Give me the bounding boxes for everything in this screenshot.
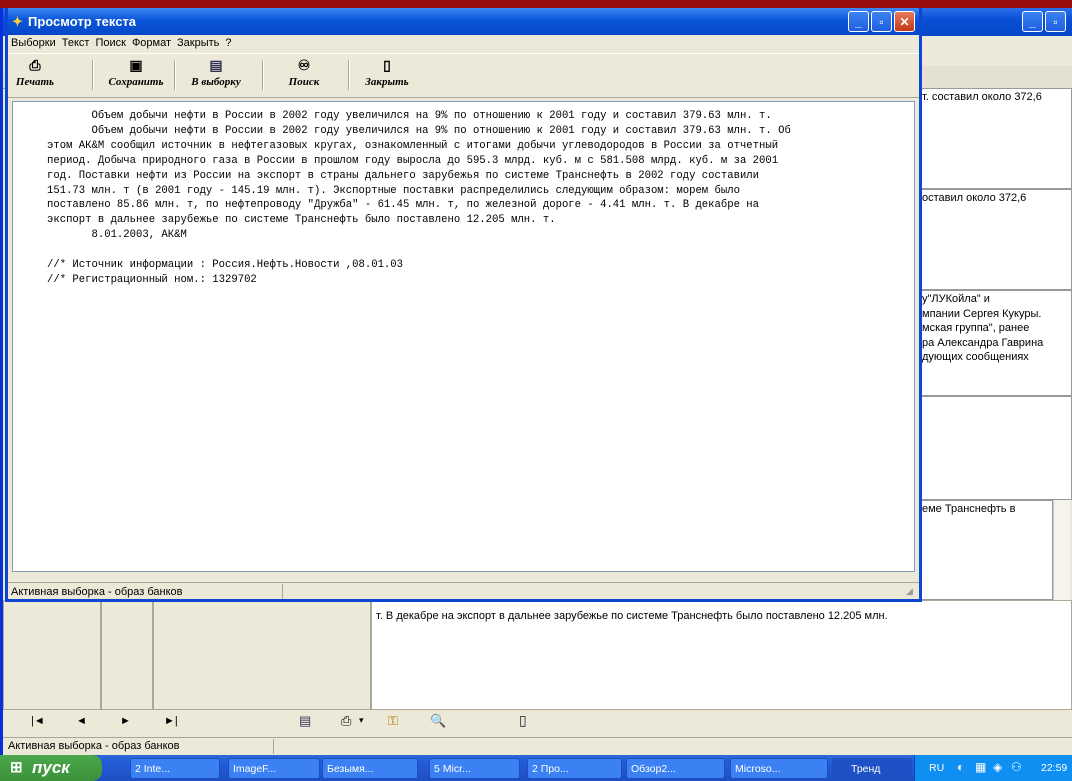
key-icon[interactable]: ⚿ [388, 713, 398, 729]
toolbar-separator [348, 60, 350, 90]
network-icon[interactable]: ◐ [957, 760, 964, 774]
first-record-icon[interactable]: |◄ [31, 715, 45, 727]
tray-icon[interactable]: ▦ [975, 760, 986, 774]
main-status-bar: Активная выборка - образ банков [3, 737, 1072, 755]
text-viewer-window: ✦ Просмотр текста _ ▫ ✕ Выборки Текст Поис… [5, 8, 922, 602]
status-divider [273, 739, 274, 754]
minimize-icon[interactable]: _ [848, 11, 869, 32]
taskbar-item[interactable]: ImageF... [228, 758, 320, 779]
menu-selections[interactable]: Выборки [8, 35, 59, 49]
menubar: Выборки Текст Поиск Формат Закрыть? [8, 35, 919, 53]
status-divider [282, 584, 283, 599]
grid-cell[interactable]: оставил около 372,6 [918, 189, 1072, 290]
start-button[interactable]: ⊞ пуск [0, 755, 102, 781]
menu-search[interactable]: Поиск [92, 35, 128, 49]
lower-cell[interactable] [101, 600, 153, 710]
search-button[interactable]: ♾ Поиск [272, 58, 336, 94]
toolbar: ⎙ Печать ▣ Сохранить ▤ В выборку ♾ Поиск ▯ За… [8, 53, 919, 98]
lower-cell[interactable] [153, 600, 371, 710]
taskbar: ⊞ пуск 2 Inte... ImageF... Безымя... 5 M… [0, 755, 1072, 781]
taskbar-item[interactable]: Microso... [730, 758, 828, 779]
status-text: Активная выборка - образ банков [11, 586, 183, 598]
status-text: Активная выборка - образ банков [8, 740, 180, 752]
taskbar-item[interactable]: 5 Micr... [429, 758, 520, 779]
taskbar-item[interactable]: 2 Inte... [130, 758, 220, 779]
scrollbar[interactable] [1053, 500, 1070, 600]
clock[interactable]: 22:59 [1041, 762, 1067, 774]
window-title: Просмотр текста [28, 14, 137, 29]
navigation-toolbar: |◄ ◄ ► ►| ▤ ⎙ ▾ ⚿ 🔍 ▯ [3, 710, 1072, 736]
prev-record-icon[interactable]: ◄ [76, 715, 87, 727]
grid-cell[interactable]: еме Транснефть в [918, 500, 1053, 600]
language-indicator[interactable]: RU [929, 762, 944, 774]
text-content[interactable]: Объем добычи нефти в России в 2002 году … [12, 101, 915, 572]
taskbar-item[interactable]: 2 Про... [527, 758, 622, 779]
resize-grip-icon[interactable]: ◢ [906, 586, 913, 597]
lower-panel: т. В декабре на экспорт в дальнее зарубе… [3, 600, 1072, 710]
menu-close[interactable]: Закрыть [174, 35, 222, 49]
tray-icon[interactable]: ⚇ [1011, 760, 1022, 774]
windows-logo-icon: ⊞ [10, 759, 23, 776]
taskbar-item[interactable]: Безымя... [322, 758, 418, 779]
printer-icon: ⎙ [29, 59, 41, 74]
menu-text[interactable]: Текст [59, 35, 93, 49]
maximize-icon[interactable]: ▫ [1045, 11, 1066, 32]
taskbar-item-active[interactable]: Тренд [832, 758, 912, 779]
print-button[interactable]: ⎙ Печать [10, 58, 60, 94]
app-icon: ✦ [12, 14, 23, 29]
grid-cell[interactable] [918, 396, 1072, 500]
maximize-icon[interactable]: ▫ [871, 11, 892, 32]
system-tray: RU ◐ ▦ ◈ ⚇ 22:59 [914, 755, 1072, 781]
print-icon[interactable]: ⎙ [341, 713, 351, 729]
close-icon[interactable]: ✕ [894, 11, 915, 32]
save-button[interactable]: ▣ Сохранить [100, 58, 172, 94]
next-record-icon[interactable]: ► [120, 715, 131, 727]
preview-icon[interactable]: 🔍 [430, 713, 446, 729]
toolbar-separator [262, 60, 264, 90]
grid-cell[interactable]: т. составил около 372,6 [918, 88, 1072, 189]
tray-icon[interactable]: ◈ [993, 760, 1002, 774]
door-icon: ▯ [383, 59, 391, 74]
close-button[interactable]: ▯ Закрыть [358, 58, 416, 94]
toolbar-separator [92, 60, 94, 90]
text-viewer-titlebar[interactable]: ✦ Просмотр текста _ ▫ ✕ [8, 8, 919, 35]
taskbar-item[interactable]: Обзор2... [626, 758, 725, 779]
to-selection-icon[interactable]: ▤ [299, 713, 311, 729]
document-icon: ▤ [209, 59, 223, 74]
lower-cell[interactable] [3, 600, 101, 710]
menu-help[interactable]: ? [222, 35, 234, 49]
lower-text-cell[interactable]: т. В декабре на экспорт в дальнее зарубе… [371, 600, 1072, 710]
last-record-icon[interactable]: ►| [164, 715, 178, 727]
menu-format[interactable]: Формат [129, 35, 174, 49]
binoculars-icon: ♾ [297, 59, 311, 74]
dialog-status-bar: Активная выборка - образ банков ◢ [8, 582, 919, 600]
minimize-icon[interactable]: _ [1022, 11, 1043, 32]
floppy-disk-icon: ▣ [129, 59, 143, 74]
grid-cell[interactable]: у"ЛУКойла" и мпании Сергея Кукуры. мская… [918, 290, 1072, 396]
to-selection-button[interactable]: ▤ В выборку [174, 58, 258, 94]
chevron-down-icon[interactable]: ▾ [359, 715, 364, 726]
door-icon[interactable]: ▯ [519, 712, 527, 729]
